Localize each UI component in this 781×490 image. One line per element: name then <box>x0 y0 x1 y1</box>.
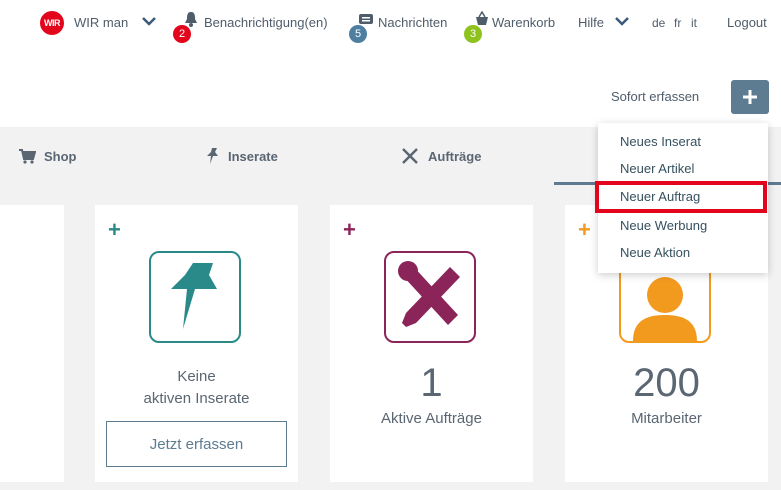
menu-item-neuer-artikel[interactable]: Neuer Artikel <box>620 161 694 176</box>
notifications-badge: 2 <box>173 25 191 43</box>
add-mitarbeiter-icon[interactable]: + <box>578 219 591 241</box>
language-it[interactable]: it <box>691 16 697 30</box>
notifications-link[interactable]: Benachrichtigung(en) <box>204 15 328 30</box>
dashboard-card-partial <box>0 205 64 482</box>
quick-add-button[interactable] <box>731 80 769 114</box>
language-de[interactable]: de <box>652 16 665 30</box>
tools-icon <box>398 261 460 327</box>
basket-icon[interactable] <box>474 11 490 27</box>
bell-icon[interactable] <box>183 11 199 27</box>
chevron-down-icon[interactable] <box>142 17 156 27</box>
mitarbeiter-label: Mitarbeiter <box>631 410 702 427</box>
quick-add-label[interactable]: Sofort erfassen <box>611 89 699 104</box>
create-inserat-button[interactable]: Jetzt erfassen <box>106 421 287 467</box>
chevron-down-icon[interactable] <box>615 17 629 27</box>
mitarbeiter-count: 200 <box>633 361 700 405</box>
auftrag-tile-frame <box>384 251 476 343</box>
menu-item-neue-werbung[interactable]: Neue Werbung <box>620 218 707 233</box>
tab-shop-label: Shop <box>44 148 77 164</box>
messages-badge: 5 <box>349 25 367 43</box>
auftraege-count: 1 <box>420 361 443 405</box>
tab-auftraege-label: Aufträge <box>428 148 482 164</box>
top-bar: WIR WIR man 2 Benachrichtigung(en) 5 Nac… <box>0 0 781 44</box>
highlight-frame <box>595 181 767 213</box>
add-inserat-icon[interactable]: + <box>108 219 121 241</box>
inserate-status-line2: aktiven Inserate <box>143 390 250 407</box>
tab-inserate[interactable]: Inserate <box>206 127 278 185</box>
help-menu-label[interactable]: Hilfe <box>578 15 604 30</box>
wir-logo[interactable]: WIR <box>40 11 64 35</box>
tab-shop[interactable]: Shop <box>18 127 77 185</box>
auftraege-label: Aktive Aufträge <box>381 410 482 427</box>
user-menu-label[interactable]: WIR man <box>74 15 128 30</box>
plus-icon <box>743 90 757 104</box>
language-fr[interactable]: fr <box>674 16 681 30</box>
cart-icon <box>19 149 36 164</box>
pin-icon <box>171 263 217 329</box>
pin-icon <box>207 148 218 164</box>
tab-inserate-label: Inserate <box>228 148 278 164</box>
cart-badge: 3 <box>464 25 482 43</box>
tools-icon <box>402 148 418 164</box>
add-auftrag-icon[interactable]: + <box>343 219 356 241</box>
inserat-tile-frame <box>149 251 241 343</box>
logout-link[interactable]: Logout <box>727 15 767 30</box>
menu-item-neues-inserat[interactable]: Neues Inserat <box>620 134 701 149</box>
dashboard-card-auftraege: + 1 Aktive Aufträge <box>330 205 533 482</box>
messages-link[interactable]: Nachrichten <box>378 15 447 30</box>
inserate-status-line1: Keine <box>177 368 216 385</box>
menu-item-neue-aktion[interactable]: Neue Aktion <box>620 245 690 260</box>
tab-auftraege[interactable]: Aufträge <box>400 127 481 185</box>
cart-link[interactable]: Warenkorb <box>492 15 555 30</box>
